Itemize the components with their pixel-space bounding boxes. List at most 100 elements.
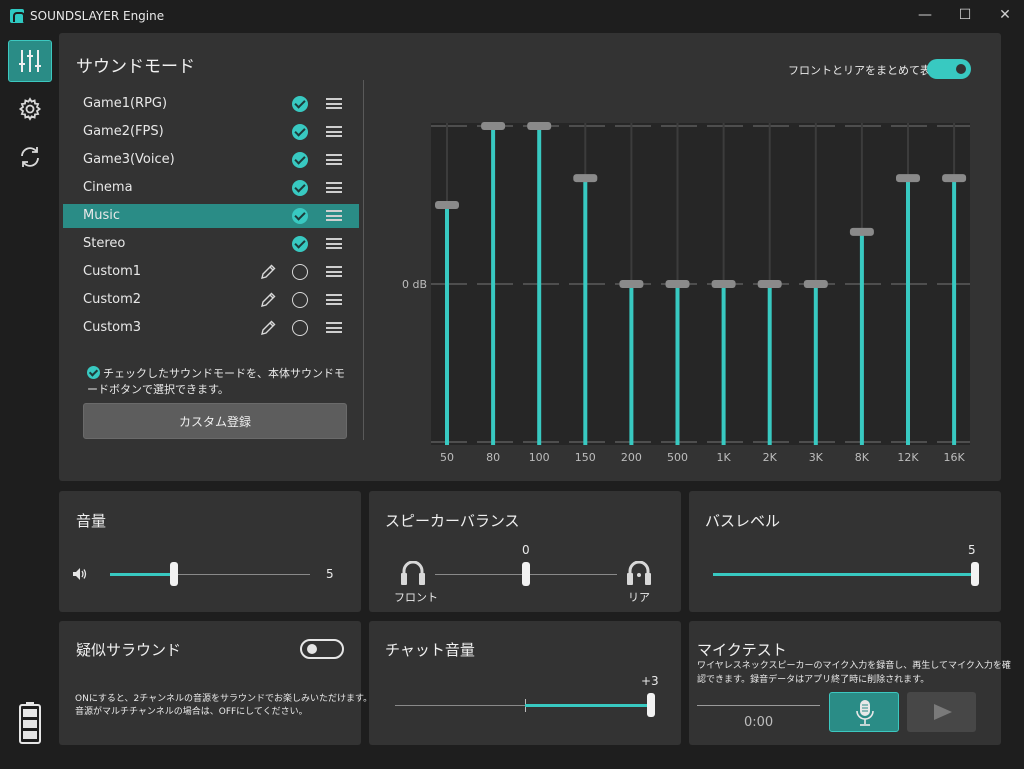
eq-band-label: 200 [621, 451, 642, 464]
bass-level-thumb[interactable] [971, 562, 979, 586]
eq-band-thumb[interactable] [711, 280, 736, 288]
pseudo-surround-title: 疑似サラウンド [76, 641, 182, 659]
sound-mode-item[interactable]: Custom1 [63, 260, 359, 284]
checked-circle-icon[interactable] [292, 180, 308, 196]
microphone-icon [856, 700, 874, 726]
eq-band-thumb[interactable] [527, 122, 552, 130]
sound-mode-item[interactable]: Game1(RPG) [63, 92, 359, 116]
drag-handle-icon[interactable] [326, 154, 342, 165]
front-speaker-icon [400, 560, 426, 587]
speaker-balance-title: スピーカーバランス [385, 512, 520, 530]
sound-mode-item[interactable]: Music [63, 204, 359, 228]
sound-mode-item[interactable]: Custom3 [63, 316, 359, 340]
record-button[interactable] [829, 692, 899, 732]
checked-circle-icon[interactable] [292, 152, 308, 168]
sidebar-equalizer-button[interactable] [8, 40, 52, 82]
eq-band-bar [721, 284, 726, 445]
sound-mode-item-label: Custom2 [83, 292, 142, 307]
eq-band-label: 80 [486, 451, 500, 464]
eq-band-bar [813, 284, 818, 445]
eq-band-label: 12K [897, 451, 919, 464]
equalizer-icon [19, 50, 41, 72]
drag-handle-icon[interactable] [326, 238, 342, 249]
unchecked-circle-icon[interactable] [292, 320, 308, 336]
eq-band-label: 50 [440, 451, 454, 464]
eq-band-label: 3K [809, 451, 824, 464]
drag-handle-icon[interactable] [326, 266, 342, 277]
drag-handle-icon[interactable] [326, 294, 342, 305]
app-logo-icon [10, 9, 25, 23]
sound-mode-item-label: Music [83, 208, 120, 223]
chat-volume-title: チャット音量 [385, 641, 475, 659]
sound-mode-item[interactable]: Game2(FPS) [63, 120, 359, 144]
speaker-balance-thumb[interactable] [522, 562, 530, 586]
rear-speaker-icon [626, 560, 652, 587]
checked-circle-icon[interactable] [292, 124, 308, 140]
volume-slider-thumb[interactable] [170, 562, 178, 586]
sidebar-settings-button[interactable] [8, 88, 52, 130]
eq-band-thumb[interactable] [757, 280, 782, 288]
edit-pencil-icon[interactable] [259, 291, 277, 309]
sync-icon [21, 147, 39, 167]
combine-front-rear-toggle[interactable] [927, 59, 971, 79]
sound-mode-item[interactable]: Cinema [63, 176, 359, 200]
speaker-icon [72, 566, 88, 580]
title-bar: SOUNDSLAYER Engine — ☐ ✕ [0, 0, 1024, 32]
mic-time: 0:00 [744, 715, 774, 730]
eq-band-thumb[interactable] [942, 174, 967, 183]
eq-band-bar [583, 178, 588, 445]
close-button[interactable]: ✕ [985, 0, 1024, 30]
checked-circle-icon[interactable] [292, 96, 308, 112]
chat-volume-thumb[interactable] [647, 693, 655, 717]
pseudo-surround-toggle[interactable] [300, 639, 344, 659]
eq-band-label: 8K [855, 451, 870, 464]
edit-pencil-icon[interactable] [259, 319, 277, 337]
eq-band-thumb[interactable] [573, 174, 598, 183]
drag-handle-icon[interactable] [326, 210, 342, 221]
eq-band-label: 150 [575, 451, 596, 464]
checked-circle-icon[interactable] [292, 208, 308, 224]
battery-icon [19, 702, 41, 744]
drag-handle-icon[interactable] [326, 322, 342, 333]
eq-band-bar [906, 178, 910, 445]
eq-band-bar [491, 126, 496, 445]
bass-level-title: バスレベル [705, 512, 781, 530]
volume-value: 5 [326, 567, 334, 581]
eq-band-bar [537, 126, 542, 445]
sound-mode-item[interactable]: Custom2 [63, 288, 359, 312]
panel-divider [363, 80, 364, 440]
sound-mode-item[interactable]: Stereo [63, 232, 359, 256]
eq-band-thumb[interactable] [481, 122, 506, 130]
eq-band-thumb[interactable] [665, 280, 690, 288]
sidebar-sync-button[interactable] [8, 136, 52, 178]
minimize-button[interactable]: — [905, 0, 945, 30]
sound-mode-item[interactable]: Game3(Voice) [63, 148, 359, 172]
mic-test-desc-1: ワイヤレスネックスピーカーのマイク入力を録音し、再生してマイク入力を確 [697, 661, 1011, 671]
eq-band-thumb[interactable] [619, 280, 644, 288]
chat-volume-fill [525, 704, 651, 707]
unchecked-circle-icon[interactable] [292, 264, 308, 280]
custom-register-button[interactable]: カスタム登録 [83, 403, 347, 439]
drag-handle-icon[interactable] [326, 98, 342, 109]
eq-band-thumb[interactable] [896, 174, 920, 183]
eq-band-label: 1K [716, 451, 731, 464]
eq-band-thumb[interactable] [849, 227, 874, 236]
rear-label: リア [628, 591, 650, 604]
drag-handle-icon[interactable] [326, 126, 342, 137]
eq-zero-db-label: 0 dB [402, 278, 427, 291]
sound-mode-list: Game1(RPG) Game2(FPS) Game3(Voice) Cinema Mu… [59, 90, 363, 340]
unchecked-circle-icon[interactable] [292, 292, 308, 308]
play-button[interactable] [907, 692, 976, 732]
eq-band-bar [859, 231, 864, 445]
sound-mode-item-label: Game3(Voice) [83, 152, 175, 167]
speaker-balance-value: 0 [522, 543, 530, 557]
drag-handle-icon[interactable] [326, 182, 342, 193]
maximize-button[interactable]: ☐ [945, 0, 985, 30]
settings-icon [18, 97, 42, 121]
edit-pencil-icon[interactable] [259, 263, 277, 281]
sound-mode-title: サウンドモード [76, 57, 195, 77]
eq-band-thumb[interactable] [803, 280, 828, 288]
eq-band-thumb[interactable] [435, 201, 459, 209]
eq-band-bar [675, 284, 680, 445]
checked-circle-icon[interactable] [292, 236, 308, 252]
